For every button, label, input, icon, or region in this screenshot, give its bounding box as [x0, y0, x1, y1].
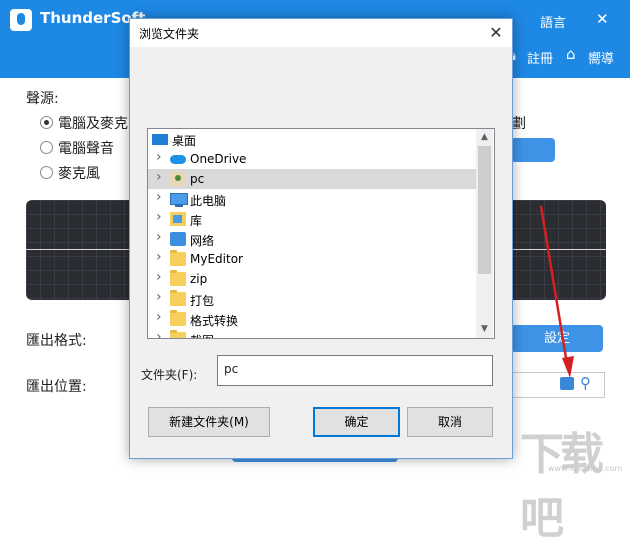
watermark-url: www.xiazaiba.com — [548, 464, 623, 473]
source-radio-3[interactable] — [40, 166, 53, 179]
expand-chevron-icon[interactable]: › — [156, 189, 162, 205]
folder-icon — [170, 330, 186, 338]
folder-icon — [170, 290, 186, 306]
folder-icon — [170, 310, 186, 326]
source-label-1: 電腦及麥克 — [58, 116, 128, 132]
folder-icon — [170, 250, 186, 266]
tree-item[interactable]: › 库 — [148, 209, 478, 229]
source-label-3: 麥克風 — [58, 166, 100, 182]
expand-chevron-icon[interactable]: › — [156, 149, 162, 165]
tree-item[interactable]: › 格式转换 — [148, 309, 478, 329]
register-button[interactable]: 註冊 — [527, 48, 553, 67]
tree-item[interactable]: › 打包 — [148, 289, 478, 309]
expand-chevron-icon[interactable]: › — [156, 269, 162, 285]
source-radio-2[interactable] — [40, 141, 53, 154]
right-partial-text: 劃 — [512, 116, 526, 132]
tree-scrollbar[interactable]: ▲ ▼ — [476, 129, 493, 338]
tree-item[interactable]: › 网络 — [148, 229, 478, 249]
tree-item-label: 桌面 — [172, 134, 197, 148]
expand-chevron-icon[interactable]: › — [156, 309, 162, 325]
library-icon — [170, 212, 186, 226]
expand-chevron-icon[interactable]: › — [156, 229, 162, 245]
tree-item[interactable]: 桌面 — [148, 129, 478, 149]
new-folder-button[interactable]: 新建文件夹(M) — [148, 407, 270, 437]
source-radio-1[interactable] — [40, 116, 53, 129]
tree-item-label: pc — [190, 172, 205, 186]
tree-item-label: MyEditor — [190, 252, 243, 266]
tree-item-label: 格式转换 — [190, 314, 239, 328]
cloud-icon — [170, 155, 186, 164]
close-icon[interactable]: ✕ — [596, 10, 609, 28]
dialog-title: 浏览文件夹 — [139, 27, 200, 41]
folder-input[interactable]: pc — [217, 355, 493, 386]
source-label-2: 電腦聲音 — [58, 141, 114, 157]
expand-chevron-icon[interactable]: › — [156, 169, 162, 185]
computer-icon — [170, 193, 188, 207]
user-icon — [170, 172, 186, 186]
expand-chevron-icon[interactable]: › — [156, 209, 162, 225]
tree-item-label: zip — [190, 272, 208, 286]
tree-item[interactable]: › OneDrive — [148, 149, 478, 169]
tree-item[interactable]: › 截图 — [148, 329, 478, 338]
settings-button-label: 設定 — [543, 331, 570, 346]
watermark-logo: 下载吧 — [520, 429, 604, 544]
cancel-button[interactable]: 取消 — [407, 407, 493, 437]
tree-item-label: 此电脑 — [190, 194, 227, 208]
tree-item-label: 打包 — [190, 294, 215, 308]
folder-browse-icon[interactable] — [560, 377, 574, 390]
settings-button[interactable]: 設定 — [511, 325, 603, 352]
schedule-button[interactable] — [511, 138, 555, 162]
expand-chevron-icon[interactable]: › — [156, 329, 162, 338]
scroll-down-icon[interactable]: ▼ — [476, 321, 493, 338]
expand-chevron-icon[interactable]: › — [156, 289, 162, 305]
folder-icon — [170, 270, 186, 286]
scroll-thumb[interactable] — [478, 146, 491, 274]
home-icon: ⌂ — [566, 45, 576, 63]
browse-folder-dialog: 浏览文件夹 ✕ 桌面 › OneDrive › pc › 此电脑 › 库 › 网络 › MyEditor… — [129, 18, 513, 459]
language-menu[interactable]: 語言 — [540, 12, 566, 31]
tree-item[interactable]: › MyEditor — [148, 249, 478, 269]
ok-button[interactable]: 确定 — [313, 407, 400, 437]
app-logo-icon — [10, 9, 32, 31]
tree-item[interactable]: › 此电脑 — [148, 189, 478, 209]
tree-item-label: OneDrive — [190, 152, 247, 166]
scroll-up-icon[interactable]: ▲ — [476, 129, 493, 146]
export-format-label: 匯出格式: — [26, 333, 87, 349]
expand-chevron-icon[interactable]: › — [156, 249, 162, 265]
tree-item-label: 库 — [190, 214, 203, 228]
folder-field-label: 文件夹(F): — [141, 368, 198, 382]
desktop-icon — [152, 134, 168, 145]
dialog-close-icon[interactable]: ✕ — [482, 20, 510, 46]
network-icon — [170, 232, 186, 246]
tree-item[interactable]: › zip — [148, 269, 478, 289]
tree-item-label: 截图 — [190, 332, 214, 338]
export-location-label: 匯出位置: — [26, 379, 87, 395]
tree-item-label: 网络 — [190, 234, 215, 248]
tree-item[interactable]: › pc — [148, 169, 478, 189]
sound-source-label: 聲源: — [26, 91, 59, 107]
folder-tree[interactable]: 桌面 › OneDrive › pc › 此电脑 › 库 › 网络 › MyEditor › zip › 打包 ›… — [147, 128, 495, 339]
search-icon[interactable]: ⚲ — [580, 374, 591, 392]
guide-button[interactable]: 嚮導 — [588, 48, 614, 67]
